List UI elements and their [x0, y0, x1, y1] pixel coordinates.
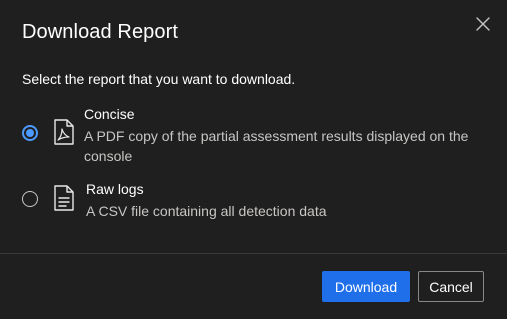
pdf-file-icon: [54, 119, 74, 145]
dialog-title: Download Report: [22, 21, 179, 43]
cancel-button[interactable]: Cancel: [418, 271, 484, 302]
document-icon: [54, 185, 74, 211]
radio-concise[interactable]: [22, 125, 38, 141]
close-button[interactable]: [469, 10, 497, 38]
report-option-concise[interactable]: Concise A PDF copy of the partial assess…: [22, 106, 482, 166]
option-description-concise: A PDF copy of the partial assessment res…: [84, 128, 469, 164]
option-description-raw-logs: A CSV file containing all detection data: [86, 203, 327, 219]
close-icon: [476, 17, 490, 31]
footer-divider: [0, 253, 507, 254]
dialog-subtitle: Select the report that you want to downl…: [22, 71, 296, 87]
report-option-raw-logs[interactable]: Raw logs A CSV file containing all detec…: [22, 181, 482, 221]
radio-raw-logs[interactable]: [22, 191, 38, 207]
download-button[interactable]: Download: [322, 271, 410, 302]
option-title-concise: Concise: [84, 106, 135, 122]
option-title-raw-logs: Raw logs: [86, 181, 144, 197]
download-report-dialog: Download Report Select the report that y…: [0, 0, 507, 319]
